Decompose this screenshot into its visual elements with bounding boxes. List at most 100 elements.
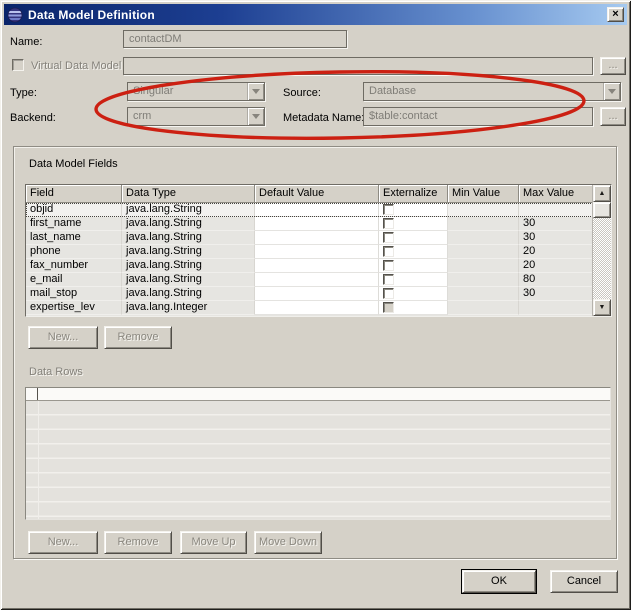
table-cell: java.lang.String [122,231,255,245]
table-row[interactable]: e_mailjava.lang.String80 [26,273,611,287]
table-cell [255,301,379,315]
source-dropdown-button[interactable] [603,83,620,100]
column-header[interactable]: Default Value [255,185,379,203]
table-cell [519,203,593,217]
table-cell [448,259,519,273]
backend-value: crm [128,108,247,125]
table-cell: 20 [519,259,593,273]
table-cell: phone [26,245,122,259]
rows-section-title: Data Rows [29,366,83,378]
externalize-cell[interactable] [379,217,448,231]
data-rows-header-cell [26,388,38,400]
virtual-data-model-label: Virtual Data Model [31,60,121,72]
table-cell: first_name [26,217,122,231]
column-header[interactable]: Field [26,185,122,203]
table-cell: e_mail [26,273,122,287]
ok-button[interactable]: OK [462,570,536,593]
table-cell: 30 [519,231,593,245]
metadata-browse-button[interactable]: ... [600,107,626,126]
window-title: Data Model Definition [28,8,155,22]
virtual-browse-button[interactable]: ... [600,57,626,75]
fields-section-title: Data Model Fields [29,158,118,170]
externalize-cell[interactable] [379,245,448,259]
table-cell: java.lang.String [122,273,255,287]
externalize-cell[interactable] [379,301,448,315]
table-cell: objid [26,203,122,217]
type-dropdown[interactable]: Singular [127,82,265,101]
scrollbar-thumb[interactable] [593,202,611,218]
externalize-checkbox[interactable] [383,274,394,285]
table-cell: java.lang.Integer [122,301,255,315]
table-row[interactable]: mail_stopjava.lang.String30 [26,287,611,301]
rows-move-down-button[interactable]: Move Down [254,531,322,554]
scroll-down-icon: ▼ [599,304,606,311]
externalize-cell[interactable] [379,231,448,245]
externalize-checkbox[interactable] [383,260,394,271]
fields-table-scrollbar[interactable]: ▲ ▼ [592,185,611,316]
externalize-checkbox[interactable] [383,288,394,299]
fields-remove-button[interactable]: Remove [104,326,172,349]
data-rows-header [26,388,610,401]
table-cell [448,203,519,217]
name-label: Name: [10,36,42,48]
table-cell [519,301,593,315]
externalize-checkbox[interactable] [383,218,394,229]
externalize-checkbox[interactable] [383,204,394,215]
type-dropdown-button[interactable] [247,83,264,100]
chevron-down-icon [608,89,616,94]
source-label: Source: [283,87,321,99]
table-row[interactable]: phonejava.lang.String 20 [26,245,611,259]
table-cell [448,273,519,287]
rows-move-up-button[interactable]: Move Up [180,531,247,554]
externalize-cell[interactable] [379,259,448,273]
table-row[interactable]: objidjava.lang.String [26,203,611,217]
column-header[interactable]: Externalize [379,185,448,203]
table-cell [255,259,379,273]
table-row[interactable]: fax_numberjava.lang.String20 [26,259,611,273]
externalize-cell[interactable] [379,287,448,301]
table-cell: java.lang.String [122,245,255,259]
table-cell: mail_stop [26,287,122,301]
eclipse-app-icon [7,7,23,23]
close-button[interactable]: × [607,7,624,22]
externalize-checkbox[interactable] [383,302,394,313]
virtual-data-model-checkbox[interactable] [12,59,24,71]
table-row[interactable]: first_namejava.lang.String30 [26,217,611,231]
externalize-checkbox[interactable] [383,232,394,243]
fields-table-body: objidjava.lang.Stringfirst_namejava.lang… [26,203,611,315]
column-header[interactable]: Min Value [448,185,519,203]
fields-table-header: FieldData TypeDefault ValueExternalizeMi… [26,185,611,203]
backend-dropdown-button[interactable] [247,108,264,125]
fields-new-button[interactable]: New... [28,326,98,349]
rows-new-button[interactable]: New... [28,531,98,554]
table-cell: 30 [519,217,593,231]
externalize-checkbox[interactable] [383,246,394,257]
type-value: Singular [128,83,247,100]
table-row[interactable]: expertise_levjava.lang.Integer [26,301,611,315]
scroll-up-icon: ▲ [599,190,606,197]
cancel-button[interactable]: Cancel [550,570,618,593]
backend-dropdown[interactable]: crm [127,107,265,126]
chevron-down-icon [252,114,260,119]
source-value: Database [364,83,603,100]
table-cell [255,217,379,231]
scroll-up-button[interactable]: ▲ [593,185,611,202]
rows-remove-button[interactable]: Remove [104,531,172,554]
source-dropdown[interactable]: Database [363,82,621,101]
table-cell: java.lang.String [122,203,255,217]
metadata-name-label: Metadata Name: [283,112,364,124]
scroll-down-button[interactable]: ▼ [593,299,611,316]
virtual-data-model-field [123,57,593,75]
table-cell: 20 [519,245,593,259]
table-row[interactable]: last_namejava.lang.String30 [26,231,611,245]
column-header[interactable]: Data Type [122,185,255,203]
column-header[interactable]: Max Value [519,185,593,203]
fields-table: FieldData TypeDefault ValueExternalizeMi… [25,184,612,317]
externalize-cell[interactable] [379,203,448,217]
externalize-cell[interactable] [379,273,448,287]
table-cell [448,301,519,315]
table-cell [448,245,519,259]
table-cell [255,245,379,259]
table-cell: expertise_lev [26,301,122,315]
data-model-definition-dialog: Data Model Definition × Name: contactDM … [0,0,631,610]
